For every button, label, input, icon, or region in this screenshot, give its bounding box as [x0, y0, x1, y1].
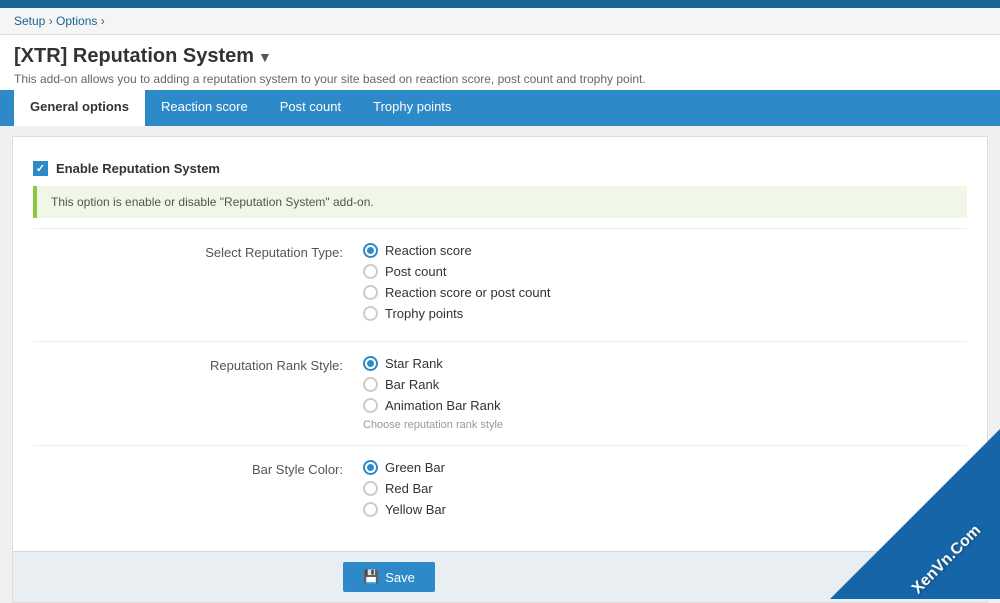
radio-reaction-score-label: Reaction score [385, 243, 472, 258]
page-header: [XTR] Reputation System ▼ This add-on al… [0, 35, 1000, 90]
reputation-type-row: Select Reputation Type: Reaction score P… [33, 228, 967, 341]
breadcrumb-sep-1: › [49, 14, 53, 28]
save-label: Save [385, 570, 415, 585]
radio-red-bar-label: Red Bar [385, 481, 433, 496]
radio-bar-rank-label: Bar Rank [385, 377, 439, 392]
radio-star-rank[interactable]: Star Rank [363, 356, 967, 371]
radio-reaction-or-post[interactable]: Reaction score or post count [363, 285, 967, 300]
rank-style-options: Star Rank Bar Rank Animation Bar Rank Ch… [363, 356, 967, 431]
radio-reaction-score[interactable]: Reaction score [363, 243, 967, 258]
radio-trophy-points-circle[interactable] [363, 306, 378, 321]
enable-checkbox[interactable] [33, 161, 48, 176]
radio-trophy-points-label: Trophy points [385, 306, 463, 321]
radio-animation-bar-rank[interactable]: Animation Bar Rank [363, 398, 967, 413]
breadcrumb-options[interactable]: Options [56, 14, 97, 28]
save-icon: 💾 [363, 569, 379, 585]
radio-yellow-bar-circle[interactable] [363, 502, 378, 517]
radio-bar-rank[interactable]: Bar Rank [363, 377, 967, 392]
tab-trophy-points[interactable]: Trophy points [357, 90, 467, 126]
rank-style-label: Reputation Rank Style: [33, 356, 363, 373]
enable-row: Enable Reputation System [33, 151, 967, 186]
bar-color-label: Bar Style Color: [33, 460, 363, 477]
reputation-type-options: Reaction score Post count Reaction score… [363, 243, 967, 327]
enable-label: Enable Reputation System [56, 161, 220, 176]
radio-reaction-or-post-label: Reaction score or post count [385, 285, 550, 300]
breadcrumb: Setup › Options › [0, 8, 1000, 35]
top-bar [0, 0, 1000, 8]
tab-reaction-score[interactable]: Reaction score [145, 90, 264, 126]
radio-star-rank-circle[interactable] [363, 356, 378, 371]
radio-red-bar-circle[interactable] [363, 481, 378, 496]
save-button[interactable]: 💾 Save [343, 562, 435, 592]
bar-color-row: Bar Style Color: Green Bar Red Bar Yello… [33, 445, 967, 537]
radio-reaction-or-post-circle[interactable] [363, 285, 378, 300]
tab-general-options[interactable]: General options [14, 90, 145, 126]
breadcrumb-setup[interactable]: Setup [14, 14, 45, 28]
breadcrumb-sep-2: › [101, 14, 105, 28]
tab-post-count[interactable]: Post count [264, 90, 357, 126]
radio-green-bar-label: Green Bar [385, 460, 445, 475]
info-box: This option is enable or disable "Reputa… [33, 186, 967, 218]
radio-animation-bar-rank-circle[interactable] [363, 398, 378, 413]
radio-post-count[interactable]: Post count [363, 264, 967, 279]
radio-animation-bar-rank-label: Animation Bar Rank [385, 398, 501, 413]
radio-post-count-label: Post count [385, 264, 446, 279]
radio-reaction-score-circle[interactable] [363, 243, 378, 258]
radio-bar-rank-circle[interactable] [363, 377, 378, 392]
radio-trophy-points[interactable]: Trophy points [363, 306, 967, 321]
rank-style-row: Reputation Rank Style: Star Rank Bar Ran… [33, 341, 967, 445]
title-dropdown-icon[interactable]: ▼ [258, 49, 272, 65]
page-description: This add-on allows you to adding a reput… [14, 72, 986, 86]
watermark-triangle [830, 429, 1000, 599]
page-title: [XTR] Reputation System ▼ [14, 45, 986, 68]
page-title-text: [XTR] Reputation System [14, 45, 254, 68]
tabs-bar: General options Reaction score Post coun… [0, 90, 1000, 126]
radio-green-bar-circle[interactable] [363, 460, 378, 475]
radio-star-rank-label: Star Rank [385, 356, 443, 371]
radio-yellow-bar-label: Yellow Bar [385, 502, 446, 517]
radio-post-count-circle[interactable] [363, 264, 378, 279]
reputation-type-label: Select Reputation Type: [33, 243, 363, 260]
